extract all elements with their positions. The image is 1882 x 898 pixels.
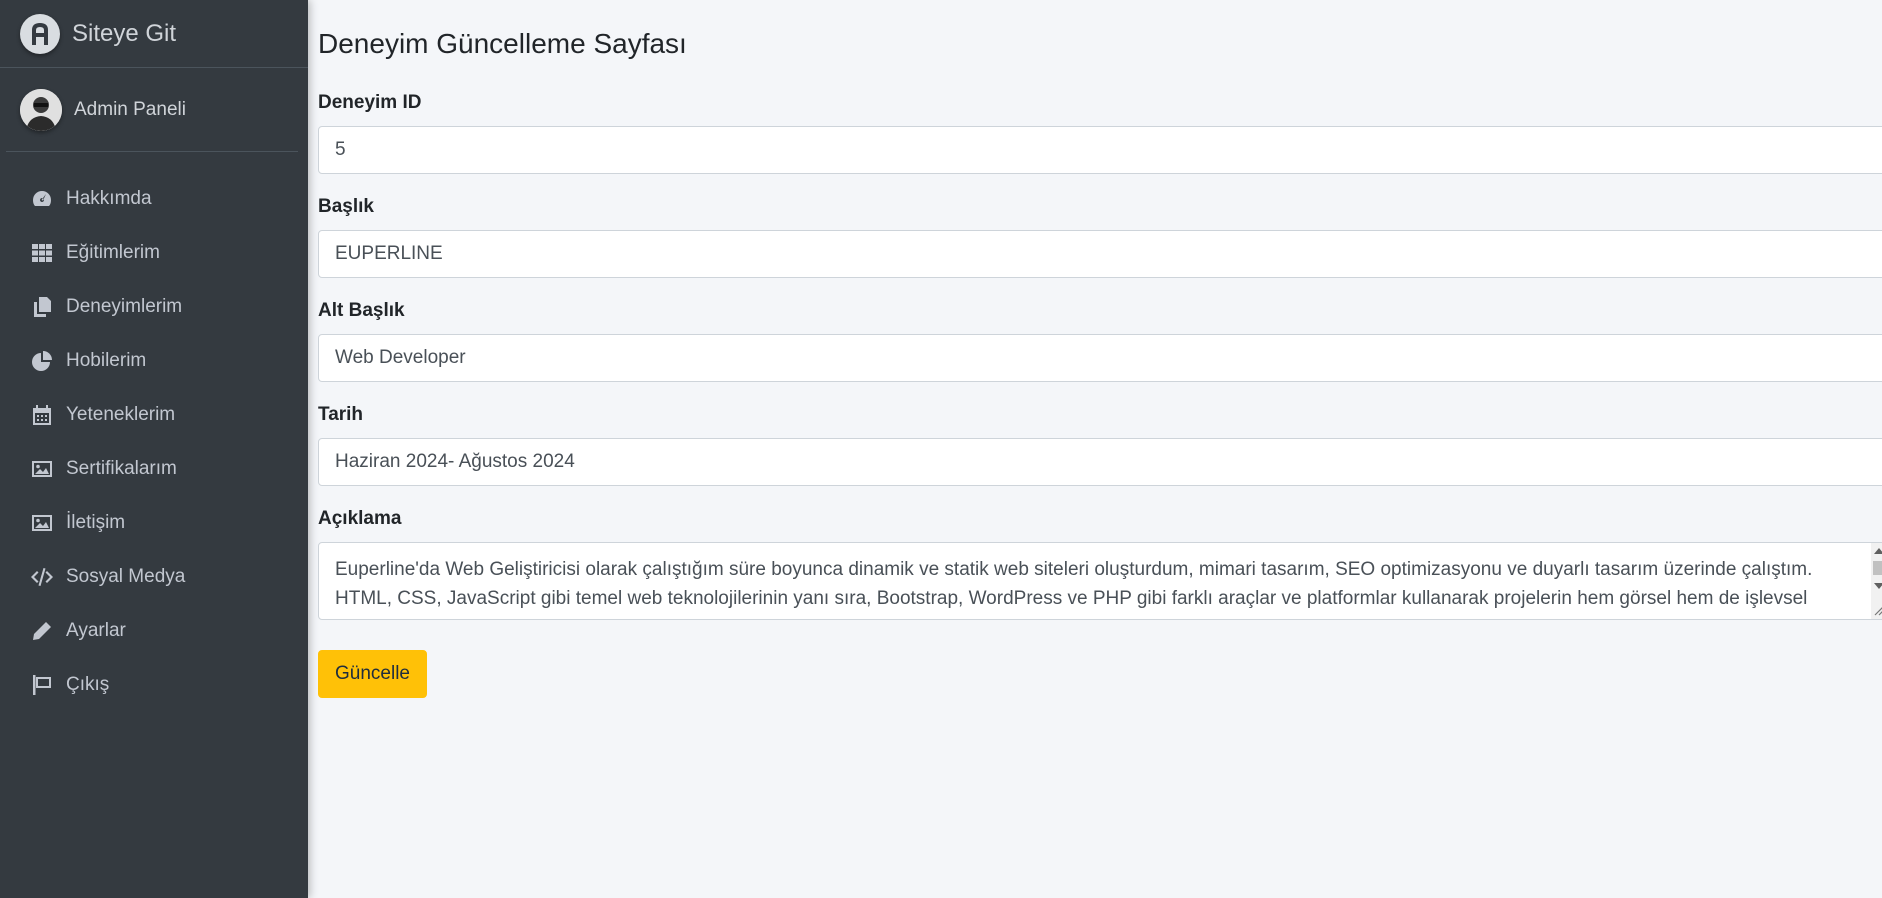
update-button[interactable]: Güncelle — [318, 650, 427, 698]
form-group-description: Açıklama Euperline'da Web Geliştiricisi … — [318, 508, 1882, 620]
scroll-thumb[interactable] — [1873, 561, 1882, 575]
scroll-down-icon[interactable] — [1874, 583, 1882, 589]
sidebar-item-label: Sosyal Medya — [66, 566, 186, 587]
avatar — [20, 88, 62, 131]
description-label: Açıklama — [318, 508, 402, 529]
description-wrapper: Euperline'da Web Geliştiricisi olarak ça… — [318, 542, 1882, 620]
experience-id-input[interactable] — [318, 126, 1882, 174]
sidebar-item-label: Yeteneklerim — [66, 404, 176, 425]
main-content: Deneyim Güncelleme Sayfası Deneyim ID Ba… — [308, 0, 1882, 898]
sidebar-item-egitimlerim[interactable]: Eğitimlerim — [0, 226, 308, 280]
calendar-icon — [30, 403, 54, 427]
form-group-date: Tarih — [318, 404, 1882, 486]
id-label: Deneyim ID — [318, 92, 422, 113]
sidebar-item-label: Sertifikalarım — [66, 458, 177, 479]
sidebar-item-sosyal-medya[interactable]: Sosyal Medya — [0, 550, 308, 604]
code-icon — [30, 565, 54, 589]
pencil-icon — [30, 619, 54, 643]
sidebar-item-label: Çıkış — [66, 674, 110, 695]
subtitle-input[interactable] — [318, 334, 1882, 382]
sidebar-item-label: Deneyimlerim — [66, 296, 183, 317]
date-input[interactable] — [318, 438, 1882, 486]
form-group-id: Deneyim ID — [318, 92, 1882, 174]
sidebar-item-hobilerim[interactable]: Hobilerim — [0, 334, 308, 388]
grid-icon — [30, 241, 54, 265]
experience-form: Deneyim ID Başlık Alt Başlık Tarih Açıkl… — [318, 92, 1882, 698]
sidebar-item-label: Eğitimlerim — [66, 242, 160, 263]
sidebar-nav: Hakkımda Eğitimlerim Deneyimlerim Hobile… — [0, 152, 308, 712]
title-input[interactable] — [318, 230, 1882, 278]
app-layout: Siteye Git Admin Paneli Hakkımda Eğitiml… — [0, 0, 1882, 898]
sidebar-item-label: Ayarlar — [66, 620, 126, 641]
resize-grip-icon[interactable] — [1874, 606, 1882, 616]
copy-icon — [30, 295, 54, 319]
sidebar: Siteye Git Admin Paneli Hakkımda Eğitiml… — [0, 0, 308, 898]
form-group-subtitle: Alt Başlık — [318, 300, 1882, 382]
date-label: Tarih — [318, 404, 364, 425]
brand-text: Siteye Git — [72, 19, 177, 47]
sidebar-item-cikis[interactable]: Çıkış — [0, 658, 308, 712]
title-label: Başlık — [318, 196, 374, 217]
scroll-up-icon[interactable] — [1874, 548, 1882, 554]
tachometer-icon — [30, 187, 54, 211]
sidebar-item-label: Hobilerim — [66, 350, 147, 371]
user-panel[interactable]: Admin Paneli — [6, 68, 298, 152]
description-textarea[interactable]: Euperline'da Web Geliştiricisi olarak ça… — [318, 542, 1882, 620]
sidebar-item-sertifikalarim[interactable]: Sertifikalarım — [0, 442, 308, 496]
sidebar-item-label: Hakkımda — [66, 188, 152, 209]
sidebar-item-iletisim[interactable]: İletişim — [0, 496, 308, 550]
brand-link[interactable]: Siteye Git — [0, 0, 308, 68]
image-icon — [30, 511, 54, 535]
flag-icon — [30, 673, 54, 697]
sidebar-item-ayarlar[interactable]: Ayarlar — [0, 604, 308, 658]
image-icon — [30, 457, 54, 481]
brand-logo-icon — [20, 13, 60, 54]
subtitle-label: Alt Başlık — [318, 300, 405, 321]
sidebar-item-yeteneklerim[interactable]: Yeteneklerim — [0, 388, 308, 442]
pie-chart-icon — [30, 349, 54, 373]
user-name: Admin Paneli — [74, 98, 186, 120]
form-group-title: Başlık — [318, 196, 1882, 278]
sidebar-item-label: İletişim — [66, 512, 126, 533]
sidebar-item-hakkimda[interactable]: Hakkımda — [0, 172, 308, 226]
page-title: Deneyim Güncelleme Sayfası — [318, 28, 687, 59]
sidebar-item-deneyimlerim[interactable]: Deneyimlerim — [0, 280, 308, 334]
